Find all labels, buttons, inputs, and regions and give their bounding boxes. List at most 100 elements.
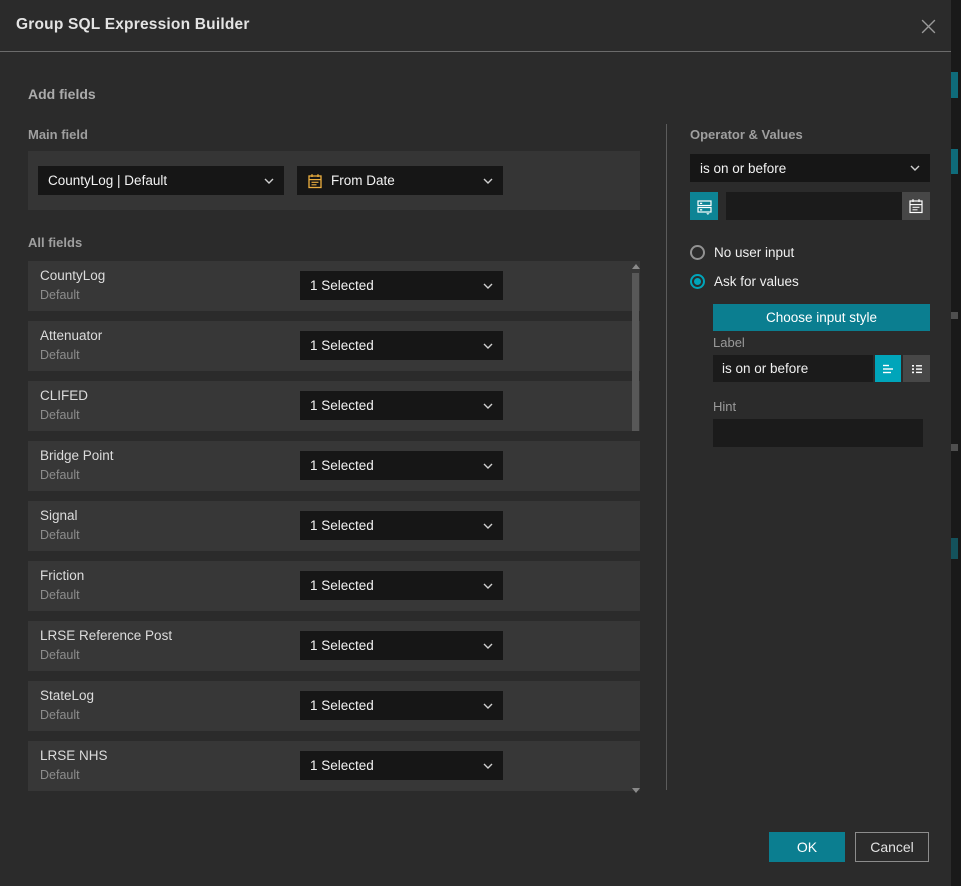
background-fragment bbox=[951, 538, 958, 559]
radio-no-user-input-label: No user input bbox=[714, 245, 794, 260]
main-layer-select[interactable]: CountyLog | Default bbox=[38, 166, 284, 195]
input-style-text-button[interactable] bbox=[875, 355, 901, 382]
radio-no-user-input[interactable]: No user input bbox=[690, 245, 794, 260]
field-name: LRSE NHS bbox=[40, 748, 108, 763]
add-fields-heading: Add fields bbox=[28, 86, 96, 102]
chevron-down-icon bbox=[483, 643, 493, 649]
field-values-select[interactable]: 1 Selected bbox=[300, 391, 503, 420]
field-values-select-value: 1 Selected bbox=[310, 758, 475, 773]
field-name: Attenuator bbox=[40, 328, 102, 343]
all-fields-list: CountyLog Default 1 Selected Attenuator … bbox=[28, 261, 640, 801]
field-row: LRSE Reference Post Default 1 Selected bbox=[28, 621, 640, 671]
field-row: Bridge Point Default 1 Selected bbox=[28, 441, 640, 491]
field-values-select-value: 1 Selected bbox=[310, 578, 475, 593]
chevron-down-icon bbox=[483, 583, 493, 589]
screen: Group SQL Expression Builder Add fields … bbox=[0, 0, 961, 886]
dialog-title: Group SQL Expression Builder bbox=[16, 16, 250, 34]
calendar-icon bbox=[908, 198, 924, 214]
field-row: Friction Default 1 Selected bbox=[28, 561, 640, 611]
main-field-select-value: From Date bbox=[331, 173, 475, 188]
field-values-select-value: 1 Selected bbox=[310, 638, 475, 653]
field-subtitle: Default bbox=[40, 288, 80, 302]
operator-select[interactable]: is on or before bbox=[690, 154, 930, 182]
field-name: Signal bbox=[40, 508, 78, 523]
field-values-select-value: 1 Selected bbox=[310, 458, 475, 473]
scrollbar-thumb[interactable] bbox=[632, 273, 639, 431]
field-subtitle: Default bbox=[40, 468, 80, 482]
operator-select-value: is on or before bbox=[700, 161, 902, 176]
chevron-down-icon bbox=[483, 403, 493, 409]
field-row: CLIFED Default 1 Selected bbox=[28, 381, 640, 431]
scrollbar-up-arrow[interactable] bbox=[632, 264, 640, 269]
chevron-down-icon bbox=[483, 178, 493, 184]
field-values-select[interactable]: 1 Selected bbox=[300, 331, 503, 360]
field-values-select-value: 1 Selected bbox=[310, 518, 475, 533]
date-picker-button[interactable] bbox=[902, 192, 930, 220]
chevron-down-icon bbox=[483, 523, 493, 529]
field-values-select[interactable]: 1 Selected bbox=[300, 451, 503, 480]
background-fragment bbox=[951, 312, 958, 319]
scrollbar-down-arrow[interactable] bbox=[632, 788, 640, 793]
field-name: CountyLog bbox=[40, 268, 105, 283]
field-values-select[interactable]: 1 Selected bbox=[300, 271, 503, 300]
main-field-select[interactable]: From Date bbox=[297, 166, 503, 195]
field-name: CLIFED bbox=[40, 388, 88, 403]
fields-list-scrollbar bbox=[630, 261, 642, 796]
field-values-select-value: 1 Selected bbox=[310, 698, 475, 713]
radio-ask-for-values-label: Ask for values bbox=[714, 274, 799, 289]
field-values-select-value: 1 Selected bbox=[310, 278, 475, 293]
field-name: LRSE Reference Post bbox=[40, 628, 172, 643]
bulleted-list-icon bbox=[909, 361, 925, 377]
field-row: LRSE NHS Default 1 Selected bbox=[28, 741, 640, 791]
radio-ask-for-values[interactable]: Ask for values bbox=[690, 274, 799, 289]
choose-input-style-button[interactable]: Choose input style bbox=[713, 304, 930, 331]
panel-divider bbox=[666, 124, 667, 790]
radio-circle-icon bbox=[690, 245, 705, 260]
background-app-sliver bbox=[951, 0, 961, 886]
field-name: Friction bbox=[40, 568, 84, 583]
field-subtitle: Default bbox=[40, 708, 80, 722]
hint-caption: Hint bbox=[713, 399, 736, 414]
field-subtitle: Default bbox=[40, 588, 80, 602]
field-subtitle: Default bbox=[40, 768, 80, 782]
field-row: StateLog Default 1 Selected bbox=[28, 681, 640, 731]
group-sql-expression-builder-dialog: Group SQL Expression Builder Add fields … bbox=[0, 0, 951, 886]
field-name: StateLog bbox=[40, 688, 94, 703]
input-style-list-button[interactable] bbox=[903, 355, 930, 382]
background-fragment bbox=[951, 444, 958, 451]
value-date-input[interactable] bbox=[726, 192, 902, 220]
field-subtitle: Default bbox=[40, 408, 80, 422]
field-values-select[interactable]: 1 Selected bbox=[300, 631, 503, 660]
hint-input[interactable] bbox=[713, 419, 923, 447]
field-row: Signal Default 1 Selected bbox=[28, 501, 640, 551]
field-values-select[interactable]: 1 Selected bbox=[300, 511, 503, 540]
cancel-button[interactable]: Cancel bbox=[855, 832, 929, 862]
chevron-down-icon bbox=[483, 763, 493, 769]
field-subtitle: Default bbox=[40, 648, 80, 662]
field-values-select[interactable]: 1 Selected bbox=[300, 571, 503, 600]
ok-button[interactable]: OK bbox=[769, 832, 845, 862]
chevron-down-icon bbox=[483, 283, 493, 289]
chevron-down-icon bbox=[483, 703, 493, 709]
background-fragment bbox=[951, 149, 958, 174]
main-field-row: CountyLog | Default From Date bbox=[28, 151, 640, 210]
field-values-select-value: 1 Selected bbox=[310, 398, 475, 413]
main-field-heading: Main field bbox=[28, 127, 88, 142]
label-input[interactable] bbox=[713, 355, 873, 382]
dialog-titlebar: Group SQL Expression Builder bbox=[0, 0, 951, 52]
field-subtitle: Default bbox=[40, 528, 80, 542]
chevron-down-icon bbox=[483, 463, 493, 469]
field-values-select-value: 1 Selected bbox=[310, 338, 475, 353]
field-values-select[interactable]: 1 Selected bbox=[300, 691, 503, 720]
chevron-down-icon bbox=[264, 178, 274, 184]
close-button[interactable] bbox=[915, 13, 941, 39]
set-from-data-button[interactable] bbox=[690, 192, 718, 220]
align-left-icon bbox=[880, 361, 896, 377]
operator-values-heading: Operator & Values bbox=[690, 127, 803, 142]
chevron-down-icon bbox=[910, 165, 920, 171]
field-name: Bridge Point bbox=[40, 448, 114, 463]
field-row: Attenuator Default 1 Selected bbox=[28, 321, 640, 371]
close-icon bbox=[920, 18, 937, 35]
field-values-select[interactable]: 1 Selected bbox=[300, 751, 503, 780]
all-fields-heading: All fields bbox=[28, 235, 82, 250]
